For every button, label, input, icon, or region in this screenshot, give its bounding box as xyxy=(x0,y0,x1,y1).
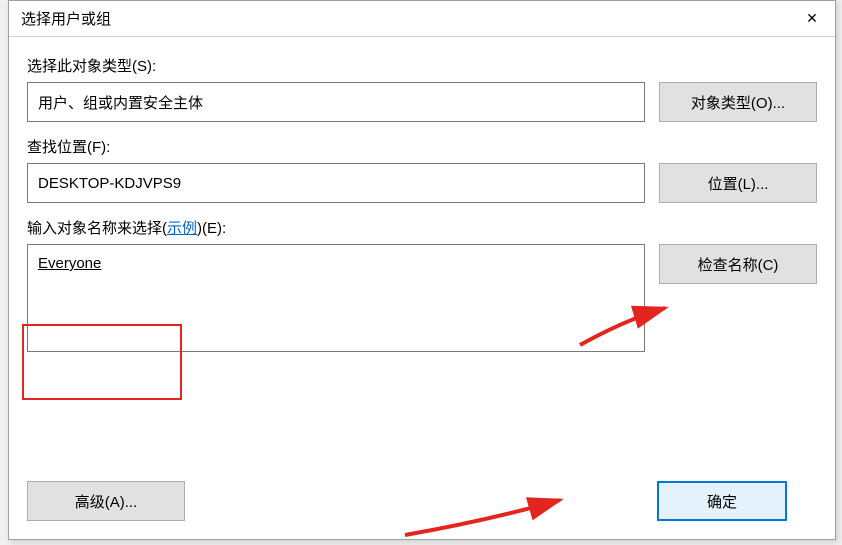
object-type-label: 选择此对象类型(S): xyxy=(27,55,817,76)
object-type-value: 用户、组或内置安全主体 xyxy=(38,92,203,113)
object-names-label: 输入对象名称来选择(示例)(E): xyxy=(27,217,817,238)
location-label: 查找位置(F): xyxy=(27,136,817,157)
locations-button[interactable]: 位置(L)... xyxy=(659,163,817,203)
dialog-title: 选择用户或组 xyxy=(21,8,111,29)
location-row: DESKTOP-KDJVPS9 位置(L)... xyxy=(27,163,817,203)
object-types-button[interactable]: 对象类型(O)... xyxy=(659,82,817,122)
object-names-label-prefix: 输入对象名称来选择( xyxy=(27,220,167,237)
object-names-label-suffix: )(E): xyxy=(197,220,226,237)
object-type-field: 用户、组或内置安全主体 xyxy=(27,82,645,122)
close-button[interactable]: ✕ xyxy=(789,1,835,37)
dialog-content: 选择此对象类型(S): 用户、组或内置安全主体 对象类型(O)... 查找位置(… xyxy=(9,37,835,378)
bottom-button-row: 高级(A)... 确定 xyxy=(27,481,817,521)
object-type-row: 用户、组或内置安全主体 对象类型(O)... xyxy=(27,82,817,122)
object-names-value: Everyone xyxy=(38,255,101,272)
location-value: DESKTOP-KDJVPS9 xyxy=(38,175,181,192)
close-icon: ✕ xyxy=(806,10,818,27)
object-names-row: Everyone 检查名称(C) xyxy=(27,244,817,352)
object-names-input[interactable]: Everyone xyxy=(27,244,645,352)
location-field: DESKTOP-KDJVPS9 xyxy=(27,163,645,203)
check-names-button[interactable]: 检查名称(C) xyxy=(659,244,817,284)
examples-link[interactable]: 示例 xyxy=(167,220,197,237)
titlebar: 选择用户或组 ✕ xyxy=(9,1,835,37)
advanced-button[interactable]: 高级(A)... xyxy=(27,481,185,521)
select-user-or-group-dialog: 选择用户或组 ✕ 选择此对象类型(S): 用户、组或内置安全主体 对象类型(O)… xyxy=(8,0,836,540)
ok-button[interactable]: 确定 xyxy=(657,481,787,521)
